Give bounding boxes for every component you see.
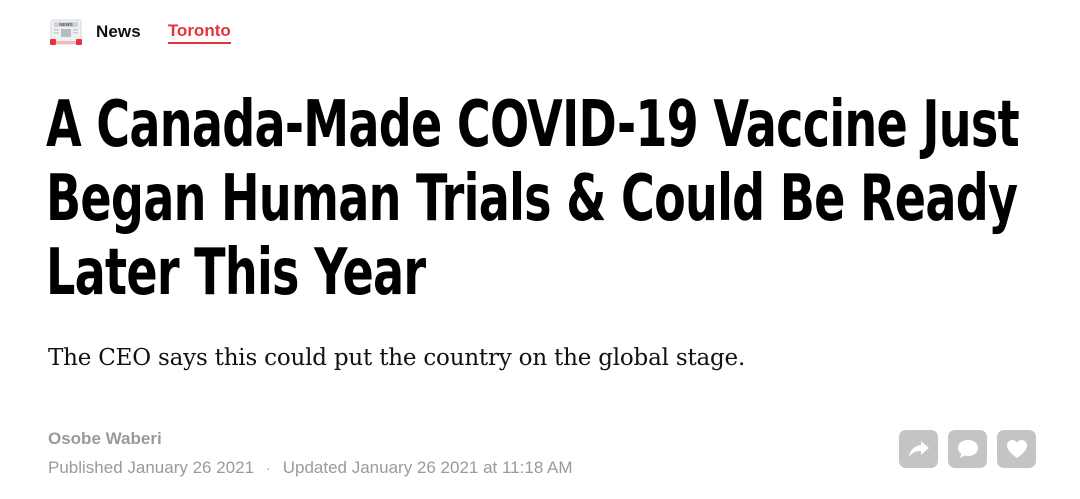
- article-subtitle: The CEO says this could put the country …: [48, 345, 746, 371]
- updated-date: Updated January 26 2021 at 11:18 AM: [282, 458, 573, 477]
- comment-button[interactable]: [948, 430, 987, 468]
- share-button[interactable]: [899, 430, 938, 468]
- published-date: Published January 26 2021: [48, 458, 255, 477]
- heart-icon: [1006, 440, 1027, 458]
- article-headline: A Canada-Made COVID-19 Vaccine Just Bega…: [46, 88, 1020, 310]
- svg-text:NEWS: NEWS: [59, 22, 73, 27]
- section-label[interactable]: News: [96, 22, 141, 42]
- article-dates: Published January 26 2021 · Updated Janu…: [48, 457, 573, 479]
- comment-icon: [957, 440, 978, 458]
- top-navigation: NEWS News Toronto: [48, 16, 231, 48]
- article-actions: [899, 430, 1036, 468]
- date-separator: ·: [266, 460, 271, 476]
- share-icon: [908, 441, 929, 457]
- byline: Osobe Waberi Published January 26 2021 ·…: [48, 428, 573, 479]
- like-button[interactable]: [997, 430, 1036, 468]
- newspaper-icon: NEWS: [50, 19, 82, 45]
- author-name[interactable]: Osobe Waberi: [48, 428, 573, 450]
- category-link-toronto[interactable]: Toronto: [167, 21, 231, 44]
